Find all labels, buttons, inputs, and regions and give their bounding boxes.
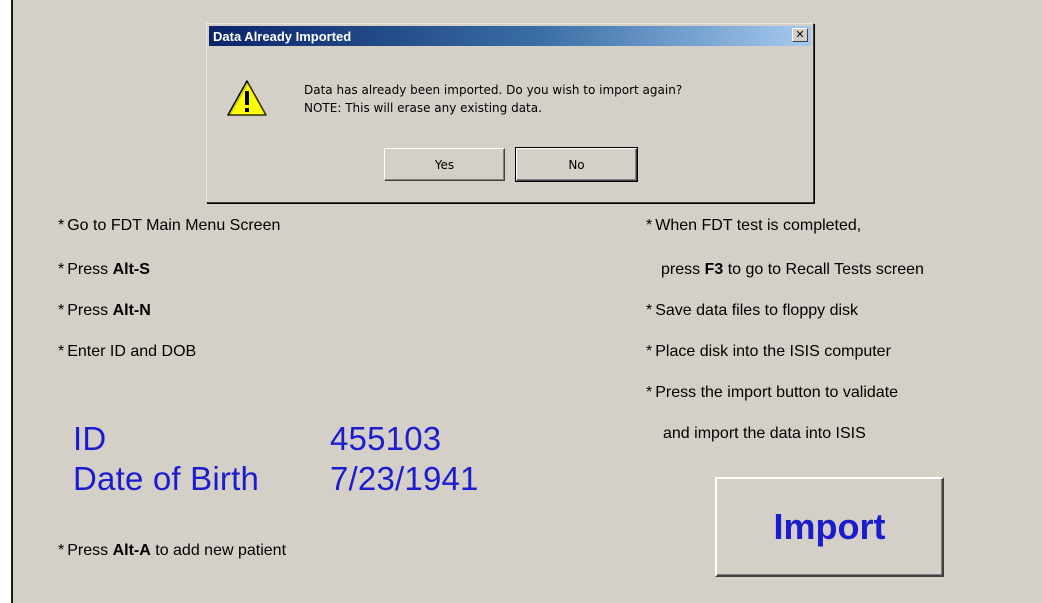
instruction-text: to go to Recall Tests screen (723, 261, 924, 278)
bullet: * (646, 217, 653, 234)
instruction-text: Press (67, 261, 113, 278)
no-button[interactable]: No (515, 147, 638, 182)
app-window: * Go to FDT Main Menu Screen * Press Alt-S… (11, 0, 1042, 603)
dialog-message: Data has already been imported. Do you w… (304, 81, 682, 117)
yes-button[interactable]: Yes (384, 148, 505, 181)
bullet: * (58, 302, 65, 319)
id-value: 455103 (330, 420, 442, 457)
instruction-text: Place disk into the ISIS computer (655, 343, 891, 360)
instruction-add-patient: * Press Alt-A to add new patient (58, 542, 286, 560)
bullet: * (58, 343, 65, 360)
dob-value: 7/23/1941 (330, 460, 479, 497)
bullet: * (646, 302, 653, 319)
import-button[interactable]: Import (715, 477, 944, 577)
bullet: * (58, 542, 65, 559)
instruction-enter-id-dob: * Enter ID and DOB (58, 343, 196, 361)
instruction-save-floppy: * Save data files to floppy disk (646, 302, 858, 320)
bullet: * (58, 217, 65, 234)
instruction-go-to-menu: * Go to FDT Main Menu Screen (58, 217, 280, 235)
instruction-press-alt-s: * Press Alt-S (58, 261, 150, 279)
instruction-fdt-complete: * When FDT test is completed, (646, 217, 861, 235)
dob-label: Date of Birth (73, 460, 260, 497)
shortcut-key: F3 (704, 261, 724, 278)
bullet: * (646, 384, 653, 401)
shortcut-key: Alt-A (112, 542, 151, 559)
instruction-import-into-isis: and import the data into ISIS (663, 425, 866, 443)
instruction-text: press (661, 261, 705, 278)
warning-icon (227, 80, 267, 116)
instruction-press-alt-n: * Press Alt-N (58, 302, 151, 320)
instruction-text: Press (67, 542, 113, 559)
instruction-press-f3: press F3 to go to Recall Tests screen (661, 261, 924, 279)
shortcut-key: Alt-S (112, 261, 150, 278)
instruction-text: Press the import button to validate (655, 384, 899, 401)
dialog-message-line: Data has already been imported. Do you w… (304, 83, 683, 97)
id-label: ID (73, 420, 107, 457)
dialog-titlebar[interactable]: Data Already Imported ✕ (209, 26, 811, 46)
instruction-press-import: * Press the import button to validate (646, 384, 898, 402)
dialog-message-line: NOTE: This will erase any existing data. (304, 101, 542, 115)
data-already-imported-dialog: Data Already Imported ✕ Data has already… (206, 23, 814, 203)
bullet: * (646, 343, 653, 360)
instruction-text: When FDT test is completed, (655, 217, 862, 234)
close-button[interactable]: ✕ (792, 28, 808, 42)
instruction-text: Press (67, 302, 113, 319)
instruction-text: Save data files to floppy disk (655, 302, 859, 319)
close-icon: ✕ (795, 29, 805, 41)
dialog-title: Data Already Imported (213, 28, 352, 44)
instruction-text: and import the data into ISIS (663, 425, 866, 442)
shortcut-key: Alt-N (112, 302, 151, 319)
bullet: * (58, 261, 65, 278)
instruction-place-disk: * Place disk into the ISIS computer (646, 343, 891, 361)
instruction-text: to add new patient (150, 542, 287, 559)
instruction-text: Go to FDT Main Menu Screen (67, 217, 281, 234)
instruction-text: Enter ID and DOB (67, 343, 197, 360)
